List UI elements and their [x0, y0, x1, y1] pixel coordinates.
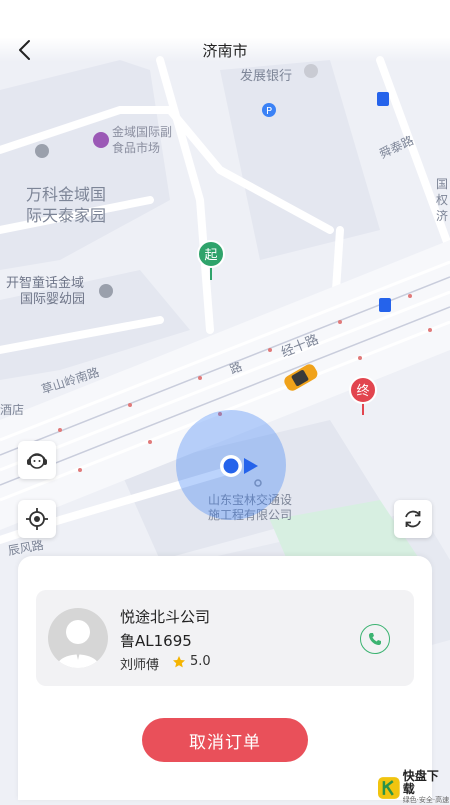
logo-k-icon [378, 776, 400, 799]
driver-info-panel: 悦途北斗公司 鲁AL1695 刘师傅 5.0 [36, 590, 414, 686]
refresh-icon [405, 510, 421, 528]
parking-icon: P [262, 103, 276, 117]
bank-icon [304, 64, 318, 78]
current-location-marker [176, 410, 286, 520]
map-label-right-edge-line2: 权 [436, 193, 448, 207]
license-plate: 鲁AL1695 [120, 632, 192, 650]
logo-text: 快盘下载 [402, 769, 439, 796]
map-label-hotel: 酒店 [0, 403, 24, 417]
locate-button[interactable] [18, 500, 56, 538]
map-label-kindergarten-line1: 开智童话金域 [6, 275, 84, 291]
order-card: 悦途北斗公司 鲁AL1695 刘师傅 5.0 取消订单 [18, 556, 432, 800]
market-icon [93, 132, 109, 148]
start-marker-label: 起 [204, 248, 217, 263]
star-icon [173, 655, 185, 667]
cancel-order-button[interactable]: 取消订单 [142, 718, 308, 762]
locate-crosshair-icon [26, 508, 48, 530]
map-label-bank: 发展银行 [240, 68, 292, 84]
driver-company: 悦途北斗公司 [120, 608, 211, 626]
avatar-person-icon [56, 620, 100, 668]
map-label-complex-line1: 万科金域国 [26, 185, 106, 204]
map-label-kindergarten-line2: 国际婴幼园 [20, 292, 85, 307]
driver-avatar [48, 608, 108, 668]
refresh-button[interactable] [394, 500, 432, 538]
driver-name: 刘师傅 [120, 658, 160, 673]
map-label-right-edge: 国 权 济 [436, 177, 450, 223]
map-label-right-edge-line1: 国 [436, 177, 448, 191]
phone-icon [369, 633, 381, 645]
call-driver-button[interactable] [360, 624, 390, 654]
customer-service-icon [27, 453, 47, 469]
page-title: 济南市 [202, 42, 248, 60]
map-label-complex-line2: 际天泰家园 [26, 206, 106, 225]
driver-rating: 5.0 [172, 654, 211, 669]
map-label-right-edge-line3: 济 [436, 208, 448, 223]
end-marker-label: 终 [356, 383, 369, 399]
customer-service-button[interactable] [18, 441, 56, 479]
logo-subtext: 绿色·安全·高速 [402, 796, 450, 804]
map-label-market-line1: 金域国际副 [112, 124, 172, 139]
svg-text:P: P [266, 106, 272, 117]
rating-value: 5.0 [190, 654, 211, 669]
header: 济南市 [0, 0, 450, 62]
map-label-market-line2: 食品市场 [112, 140, 160, 155]
